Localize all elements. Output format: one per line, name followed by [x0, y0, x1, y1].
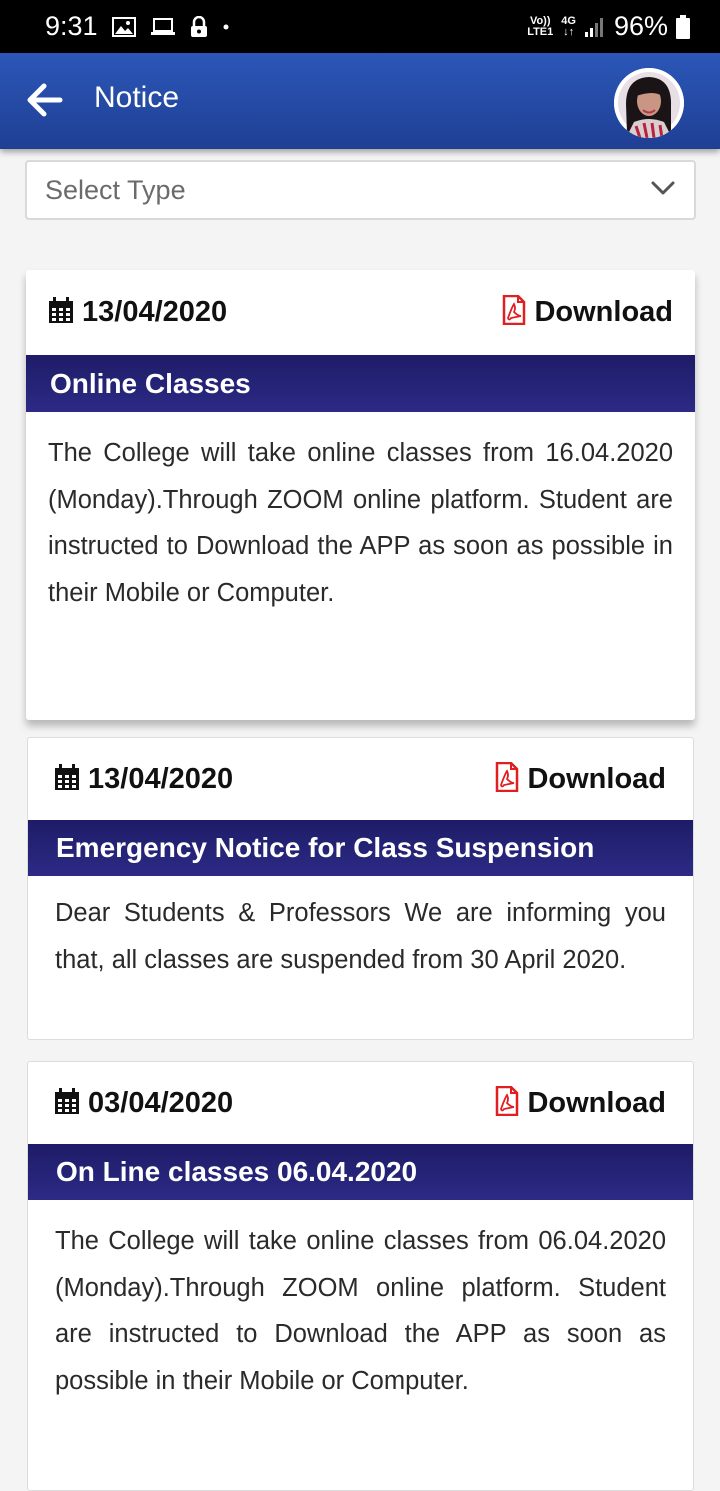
notice-date: 13/04/2020	[88, 762, 234, 795]
calendar-icon	[54, 763, 80, 796]
status-time: 9:31	[45, 11, 98, 41]
download-button[interactable]: Download	[502, 294, 673, 330]
notice-title: Online Classes	[26, 355, 695, 412]
battery-icon	[676, 14, 690, 39]
lock-icon	[190, 15, 208, 38]
notice-title: On Line classes 06.04.2020	[28, 1144, 693, 1200]
pdf-icon	[495, 761, 519, 797]
chevron-down-icon	[650, 175, 676, 206]
notice-body: The College will take online classes fro…	[55, 1227, 666, 1395]
notice-title: Emergency Notice for Class Suspension	[28, 820, 693, 876]
download-button[interactable]: Download	[495, 1085, 666, 1121]
pdf-icon	[502, 294, 526, 330]
status-bar: 9:31 Vo)) LTE1 4G ↓↑ 96%	[0, 0, 720, 53]
gallery-icon	[111, 16, 136, 37]
download-label: Download	[527, 1086, 666, 1119]
notice-date: 13/04/2020	[82, 296, 228, 328]
download-label: Download	[527, 762, 666, 795]
volte-indicator: Vo)) LTE1	[527, 14, 554, 38]
app-bar: Notice	[0, 53, 720, 149]
download-button[interactable]: Download	[495, 761, 666, 797]
notice-card: 13/04/2020 Download Online Classes The C…	[26, 270, 695, 720]
notice-date: 03/04/2020	[88, 1086, 234, 1119]
battery-percent: 96%	[613, 11, 668, 41]
laptop-icon	[150, 17, 176, 37]
notice-card: 03/04/2020 Download On Line classes 06.0…	[27, 1061, 694, 1491]
back-arrow-icon[interactable]	[24, 80, 64, 120]
dot-icon	[222, 23, 230, 31]
pdf-icon	[495, 1085, 519, 1121]
avatar[interactable]	[614, 68, 684, 138]
notice-card: 13/04/2020 Download Emergency Notice for…	[27, 737, 694, 1040]
download-label: Download	[534, 296, 673, 328]
page-title: Notice	[94, 81, 180, 114]
notice-body: The College will take online classes fro…	[48, 439, 673, 607]
type-select[interactable]: Select Type	[25, 160, 696, 220]
select-placeholder: Select Type	[45, 174, 186, 205]
signal-icon	[584, 16, 606, 38]
calendar-icon	[48, 296, 74, 329]
network-indicator: 4G ↓↑	[561, 14, 576, 38]
notice-body: Dear Students & Professors We are inform…	[55, 899, 666, 974]
calendar-icon	[54, 1087, 80, 1120]
